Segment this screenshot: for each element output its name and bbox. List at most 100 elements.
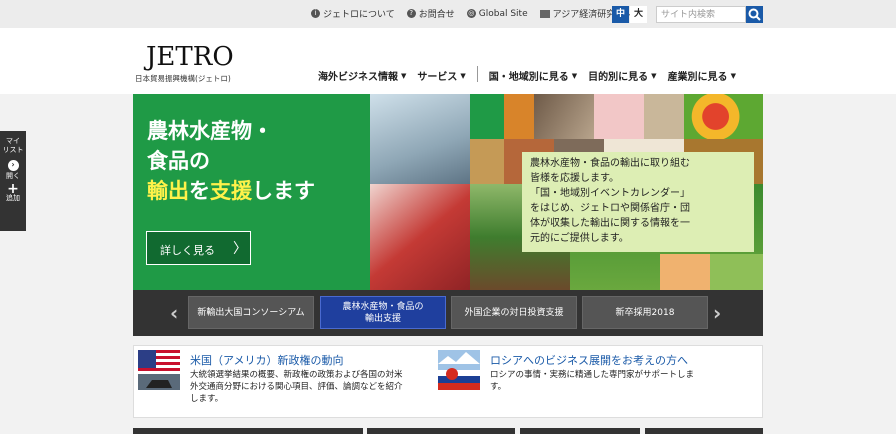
news-title-russia[interactable]: ロシアへのビジネス展開をお考えの方へ xyxy=(490,352,688,368)
caret-down-icon: ▼ xyxy=(651,71,657,80)
carousel-tab-food-export[interactable]: 農林水産物・食品の 輸出支援 xyxy=(320,296,446,329)
info-icon: i xyxy=(311,9,320,18)
news-desc-us: 大統領選挙結果の概要、新政権の政策および各国の対米 外交通商分野における関心項目… xyxy=(190,369,403,405)
about-jetro-label: ジェトロについて xyxy=(323,10,395,20)
news-item-us[interactable]: 米国（アメリカ）新政権の動向 大統領選挙結果の概要、新政権の政策および各国の対米… xyxy=(138,350,438,414)
callout-line: をはじめ、ジェトロや関係省庁・団 xyxy=(530,203,690,214)
nav-label: 産業別に見る xyxy=(667,72,728,83)
green-tea-photo xyxy=(710,254,763,290)
feature-news-panel: 米国（アメリカ）新政権の動向 大統領選挙結果の概要、新政権の政策および各国の対米… xyxy=(133,345,763,418)
site-header: JETRO 日本貿易振興機構(ジェトロ) 海外ビジネス情報 ▼ サービス ▼ 国・地… xyxy=(0,28,896,94)
callout-line: 農林水産物・食品の輸出に取り組む xyxy=(530,158,690,169)
callout-line: 皆様を応援します。 xyxy=(530,173,619,184)
chevron-right-icon: 〉 xyxy=(233,241,247,257)
bottom-tab-1[interactable] xyxy=(133,428,363,434)
tab-label-2: 輸出支援 xyxy=(364,313,401,324)
jetro-logo[interactable]: JETRO xyxy=(146,42,234,72)
hero-highlight-export: 輸出 xyxy=(147,179,189,203)
nav-label: 国・地域別に見る xyxy=(488,72,569,83)
caret-down-icon: ▼ xyxy=(460,71,466,80)
news-title-us[interactable]: 米国（アメリカ）新政権の動向 xyxy=(190,352,343,368)
hero-banner[interactable]: 農林水産物・ 食品の 輸出を支援します 詳しく見る 〉 農林水産物・食品の輸出に… xyxy=(133,94,763,290)
news-desc-line: す。 xyxy=(490,382,507,392)
site-search-input[interactable] xyxy=(656,6,746,23)
contact-link[interactable]: ? お問合せ xyxy=(406,7,455,20)
logo-subtitle: 日本貿易振興機構(ジェトロ) xyxy=(135,74,231,83)
text-size-medium-button[interactable]: 中 xyxy=(612,6,629,23)
sakura-photo xyxy=(594,94,644,139)
nav-services[interactable]: サービス ▼ xyxy=(417,68,466,84)
market-photo xyxy=(534,94,594,139)
global-nav: 海外ビジネス情報 ▼ サービス ▼ 国・地域別に見る ▼ 目的別に見る ▼ 産業別に見る… xyxy=(318,66,747,84)
carousel-tab-investment[interactable]: 外国企業の対日投資支援 xyxy=(451,296,577,329)
plus-icon[interactable]: + xyxy=(0,182,26,196)
about-jetro-link[interactable]: i ジェトロについて xyxy=(311,7,395,20)
news-desc-line: します。 xyxy=(190,394,224,404)
us-flag-thumbnail xyxy=(138,350,180,390)
vegetables-photo xyxy=(684,94,763,139)
nav-by-purpose[interactable]: 目的別に見る ▼ xyxy=(588,68,657,84)
nav-label: サービス xyxy=(417,72,458,83)
chevron-right-icon[interactable]: › xyxy=(7,160,19,171)
question-icon: ? xyxy=(406,9,416,18)
carousel-nav: ‹ 新輸出大国コンソーシアム 農林水産物・食品の 輸出支援 外国企業の対日投資支援… xyxy=(133,290,763,336)
mylist-panel[interactable]: マイ リスト › 開く + 追加 xyxy=(0,131,26,231)
peach-photo xyxy=(660,254,710,290)
mylist-label: マイ xyxy=(6,137,20,145)
contact-label: お問合せ xyxy=(418,10,455,20)
callout-line: 「国・地域別イベントカレンダー」 xyxy=(530,188,690,199)
building-icon xyxy=(539,9,550,18)
text-size-large-button[interactable]: 大 xyxy=(630,6,647,23)
tab-label: 新卒採用2018 xyxy=(615,307,675,318)
carousel-prev-arrow[interactable]: ‹ xyxy=(170,301,178,325)
news-desc-line: 外交通商分野における関心項目、評価、論調などを紹介 xyxy=(190,382,403,392)
tea-photo xyxy=(644,94,684,139)
tab-label: 新輸出大国コンソーシアム xyxy=(197,307,305,318)
globe-icon: ◎ xyxy=(466,9,476,18)
carousel-tab-consortium[interactable]: 新輸出大国コンソーシアム xyxy=(188,296,314,329)
news-desc-russia: ロシアの事情・実務に精通した専門家がサポートしま す。 xyxy=(490,369,694,393)
bottom-tab-2[interactable] xyxy=(367,428,515,434)
rice-photo xyxy=(470,139,504,184)
hero-title-line1: 農林水産物・ xyxy=(147,119,273,143)
hero-highlight-support: 支援 xyxy=(210,179,252,203)
tab-label: 農林水産物・食品の xyxy=(342,301,424,312)
nav-divider xyxy=(476,66,478,82)
search-icon xyxy=(748,8,761,21)
mylist-open-label: 開く xyxy=(6,172,20,180)
fish-photo xyxy=(370,94,470,184)
persimmon-photo xyxy=(504,94,534,139)
hero-detail-button[interactable]: 詳しく見る 〉 xyxy=(146,231,251,265)
carousel-next-arrow[interactable]: › xyxy=(713,301,721,325)
nav-label: 目的別に見る xyxy=(588,72,649,83)
russia-flag-thumbnail xyxy=(438,350,480,390)
nav-overseas-business[interactable]: 海外ビジネス情報 ▼ xyxy=(318,68,407,84)
hero-callout: 農林水産物・食品の輸出に取り組む 皆様を応援します。 「国・地域別イベントカレン… xyxy=(522,152,754,252)
nav-label: 海外ビジネス情報 xyxy=(318,72,398,83)
hero-title-end: します xyxy=(252,179,315,203)
news-item-russia[interactable]: ロシアへのビジネス展開をお考えの方へ ロシアの事情・実務に精通した専門家がサポー… xyxy=(438,350,758,414)
nav-by-industry[interactable]: 産業別に見る ▼ xyxy=(667,68,736,84)
tab-label: 外国企業の対日投資支援 xyxy=(464,307,564,318)
hero-title-line3: 輸出を支援します xyxy=(147,176,315,206)
wagyu-photo xyxy=(370,184,470,290)
hero-detail-label: 詳しく見る xyxy=(160,244,215,257)
carousel-tab-recruit[interactable]: 新卒採用2018 xyxy=(582,296,708,329)
utility-links: i ジェトロについて ? お問合せ ◎ Global Site アジア経済研究所… xyxy=(311,7,634,20)
news-desc-line: 大統領選挙結果の概要、新政権の政策および各国の対米 xyxy=(190,370,403,380)
hero-text-panel: 農林水産物・ 食品の 輸出を支援します 詳しく見る 〉 xyxy=(133,94,370,290)
global-site-label: Global Site xyxy=(478,8,528,19)
mylist-add-label: 追加 xyxy=(6,194,20,202)
bottom-tab-4[interactable] xyxy=(645,428,763,434)
global-site-link[interactable]: ◎ Global Site xyxy=(466,7,528,20)
callout-line: 体が収集した輸出に関する情報を一 xyxy=(530,218,690,229)
nav-by-region[interactable]: 国・地域別に見る ▼ xyxy=(488,68,578,84)
utility-bar: i ジェトロについて ? お問合せ ◎ Global Site アジア経済研究所… xyxy=(0,0,896,28)
caret-down-icon: ▼ xyxy=(730,71,736,80)
caret-down-icon: ▼ xyxy=(401,71,407,80)
hero-title-particle: を xyxy=(189,179,210,203)
search-button[interactable] xyxy=(746,6,763,23)
mylist-label-2: リスト xyxy=(2,146,24,154)
caret-down-icon: ▼ xyxy=(571,71,578,80)
bottom-tab-3[interactable] xyxy=(520,428,640,434)
